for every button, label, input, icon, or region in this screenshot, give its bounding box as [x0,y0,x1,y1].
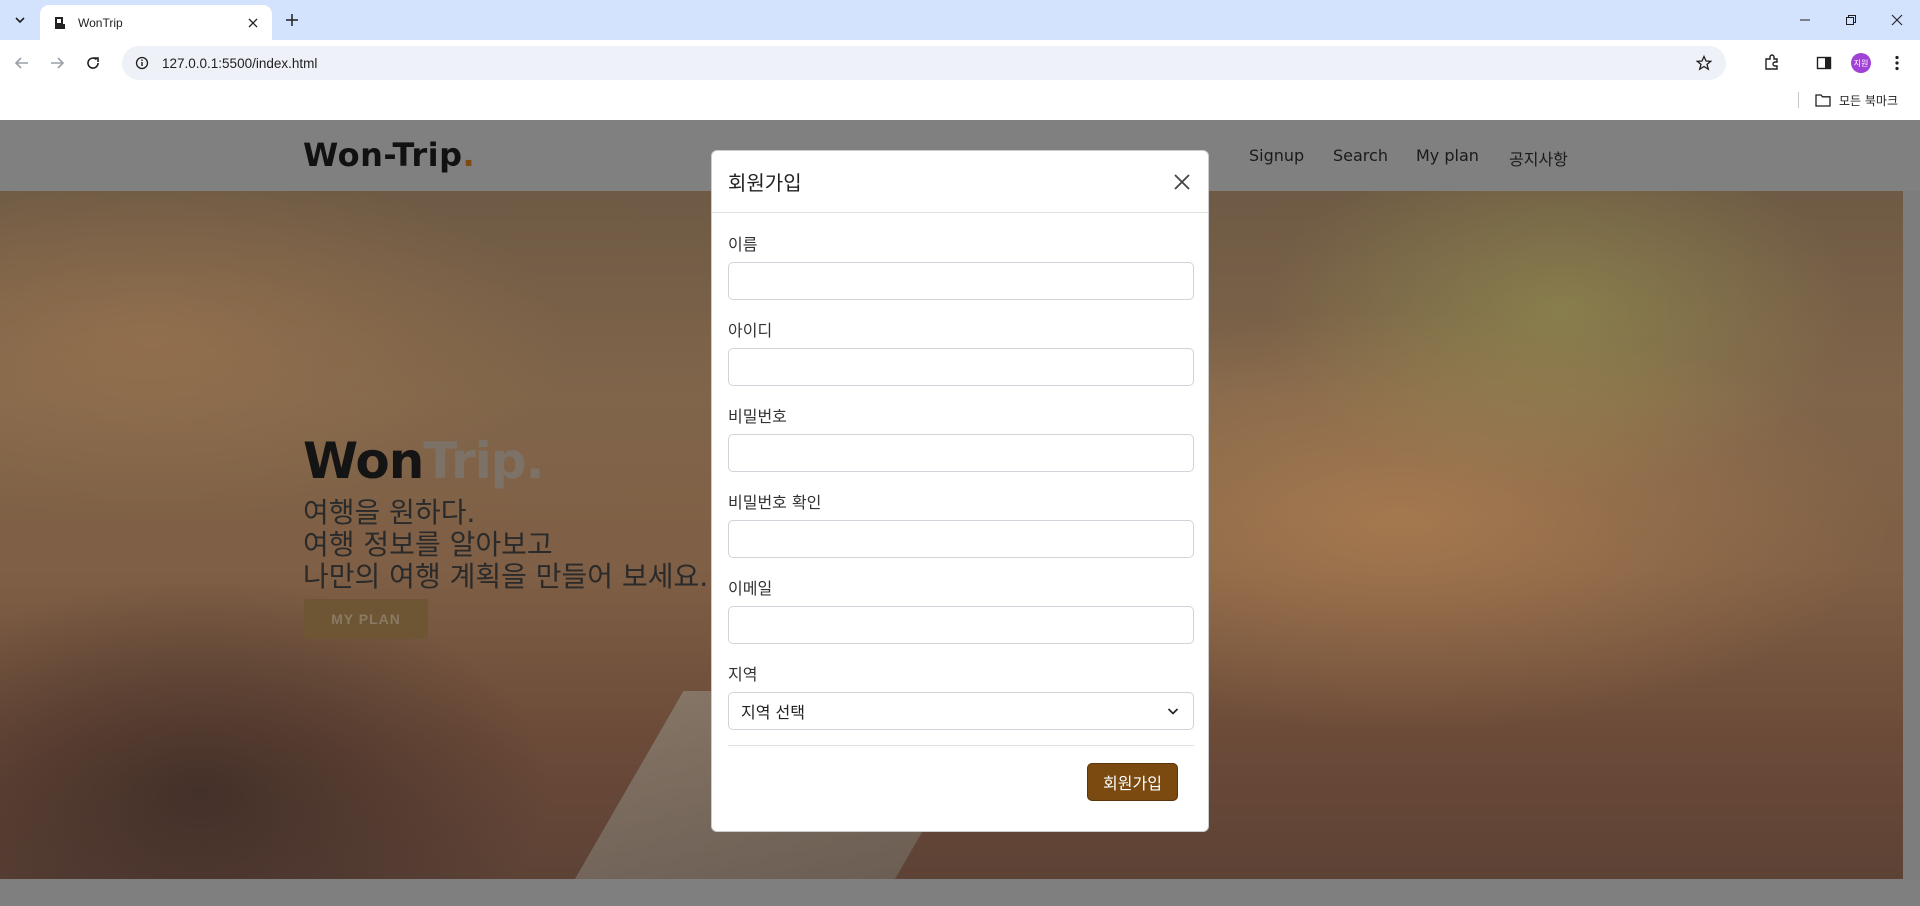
nav-signup[interactable]: Signup [1249,146,1304,165]
site-logo[interactable]: Won-Trip. [303,136,475,174]
browser-toolbar: 127.0.0.1:5500/index.html [0,40,1920,86]
modal-close-button[interactable] [1170,170,1194,194]
email-label: 이메일 [728,579,773,598]
plus-icon [286,14,298,26]
site-info-icon[interactable] [134,55,150,71]
back-icon [14,57,28,69]
bookmarks-bar [0,86,1920,120]
new-tab-button[interactable] [280,8,304,32]
all-bookmarks-button[interactable]: 모든 북마크 [1815,89,1898,111]
minimize-icon [1800,19,1810,21]
modal-header: 회원가입 [712,151,1208,213]
region-label: 지역 [728,665,758,684]
hero-line-3: 나만의 여행 계획을 만들어 보세요. [303,560,709,593]
close-icon [1174,174,1190,190]
chrome-menu-button[interactable] [1885,51,1909,75]
bookmark-star-button[interactable] [1694,53,1714,73]
page-footer-strip [0,879,1920,906]
region-select[interactable]: 지역 선택 [728,692,1194,730]
password-confirm-label: 비밀번호 확인 [728,493,822,512]
address-bar[interactable]: 127.0.0.1:5500/index.html [122,46,1726,80]
close-window-button[interactable] [1874,0,1920,40]
signup-submit-button[interactable]: 회원가입 [1087,763,1178,801]
nav-notice[interactable]: 공지사항 [1509,146,1568,170]
all-bookmarks-label: 모든 북마크 [1839,93,1899,108]
side-panel-icon [1816,56,1832,70]
tab-title: WonTrip [78,15,123,30]
brand-name: Won-Trip [303,136,463,174]
nav-my-plan[interactable]: My plan [1416,146,1479,165]
email-input[interactable] [728,606,1194,644]
tab-search-icon [15,17,25,24]
close-tab-icon [248,18,258,27]
minimize-button[interactable] [1782,0,1828,40]
restore-button[interactable] [1828,0,1874,40]
forward-icon [51,57,65,69]
region-select-value: 지역 선택 [741,703,805,722]
forward-button[interactable] [43,49,71,77]
bookmarks-divider [1798,92,1799,108]
reload-button[interactable] [79,49,107,77]
favicon-icon [52,15,68,31]
reload-icon [87,57,99,69]
back-button[interactable] [8,49,36,77]
star-icon [1696,55,1712,71]
signup-modal: 회원가입 이름 아이디 비밀번호 비밀번호 확인 이메일 지역 지역 선택 회원… [711,150,1209,832]
tab-search-button[interactable] [6,8,34,32]
name-input[interactable] [728,262,1194,300]
brand-dot: . [462,136,476,174]
userid-label: 아이디 [728,321,773,340]
name-label: 이름 [728,235,758,254]
browser-tab[interactable]: WonTrip [40,5,272,40]
page-scrollbar[interactable] [1903,191,1920,879]
modal-title: 회원가입 [728,171,802,195]
password-label: 비밀번호 [728,407,787,426]
side-panel-button[interactable] [1812,51,1836,75]
password-input[interactable] [728,434,1194,472]
hero-title-main: Won [303,432,424,490]
password-confirm-input[interactable] [728,520,1194,558]
folder-icon [1815,94,1831,107]
restore-icon [1846,15,1856,25]
kebab-menu-icon [1895,55,1899,71]
nav-search[interactable]: Search [1333,146,1388,165]
userid-input[interactable] [728,348,1194,386]
profile-avatar[interactable]: 지원 [1851,53,1871,73]
hero-title-accent: Trip. [423,432,544,490]
hero-title: WonTrip. [303,432,545,490]
extensions-button[interactable] [1760,51,1784,75]
modal-divider [728,745,1194,746]
tab-strip: WonTrip [0,0,1920,40]
close-window-icon [1891,14,1903,26]
my-plan-button[interactable]: MY PLAN [304,599,428,639]
chevron-down-icon [1165,703,1181,719]
url-text: 127.0.0.1:5500/index.html [162,55,318,71]
extensions-icon [1765,54,1778,70]
close-tab-button[interactable] [244,14,262,32]
